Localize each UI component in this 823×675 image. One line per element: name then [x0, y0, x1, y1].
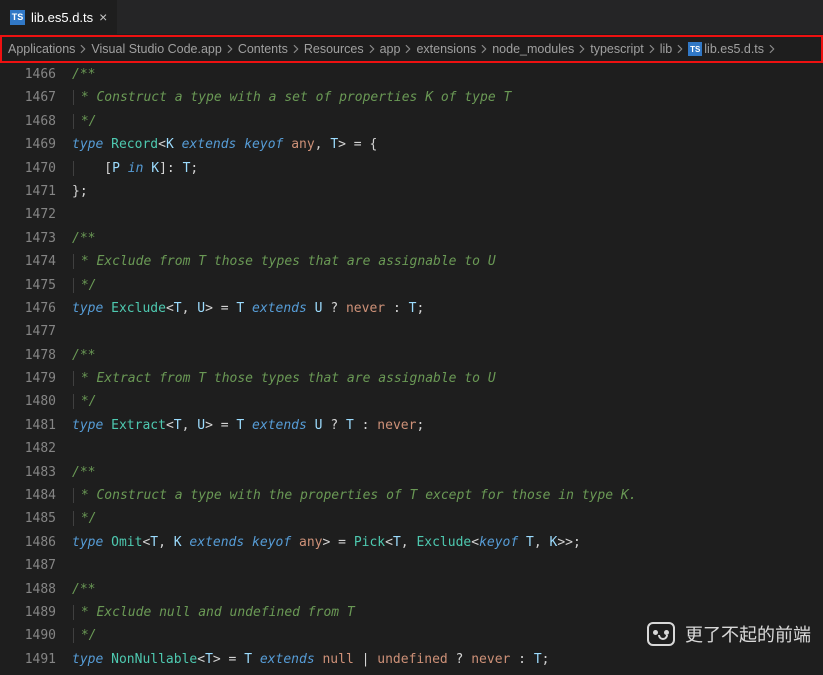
- typescript-icon: TS: [688, 42, 702, 56]
- chevron-right-icon: [222, 42, 238, 56]
- line-number: 1491: [0, 648, 56, 671]
- line-number: 1476: [0, 297, 56, 320]
- breadcrumb-segment[interactable]: node_modules: [492, 42, 574, 56]
- line-number: 1471: [0, 180, 56, 203]
- line-number: 1470: [0, 157, 56, 180]
- line-number: 1474: [0, 250, 56, 273]
- line-number: 1482: [0, 437, 56, 460]
- line-number: 1478: [0, 344, 56, 367]
- chevron-right-icon: [574, 42, 590, 56]
- line-number: 1468: [0, 110, 56, 133]
- line-number: 1489: [0, 601, 56, 624]
- breadcrumb[interactable]: Applications Visual Studio Code.app Conten…: [0, 35, 823, 63]
- line-number: 1475: [0, 274, 56, 297]
- tab-filename: lib.es5.d.ts: [31, 10, 93, 25]
- line-number: 1481: [0, 414, 56, 437]
- editor-tab[interactable]: TS lib.es5.d.ts ×: [0, 0, 117, 35]
- breadcrumb-segment[interactable]: Resources: [304, 42, 364, 56]
- line-number: 1486: [0, 531, 56, 554]
- breadcrumb-file[interactable]: TSlib.es5.d.ts: [688, 42, 764, 56]
- breadcrumb-segment[interactable]: extensions: [416, 42, 476, 56]
- line-number: 1473: [0, 227, 56, 250]
- line-number: 1488: [0, 578, 56, 601]
- line-number: 1487: [0, 554, 56, 577]
- chevron-right-icon: [288, 42, 304, 56]
- watermark: 更了不起的前端: [647, 621, 811, 647]
- breadcrumb-segment[interactable]: typescript: [590, 42, 644, 56]
- code-area[interactable]: /** * Construct a type with a set of pro…: [72, 63, 823, 675]
- close-icon[interactable]: ×: [99, 9, 107, 25]
- watermark-text: 更了不起的前端: [685, 621, 811, 647]
- line-number: 1472: [0, 203, 56, 226]
- chevron-right-icon: [364, 42, 380, 56]
- breadcrumb-segment[interactable]: Applications: [8, 42, 75, 56]
- tab-bar: TS lib.es5.d.ts ×: [0, 0, 823, 35]
- line-number: 1484: [0, 484, 56, 507]
- line-number: 1466: [0, 63, 56, 86]
- chevron-right-icon: [75, 42, 91, 56]
- chevron-right-icon: [400, 42, 416, 56]
- chevron-right-icon: [476, 42, 492, 56]
- chevron-right-icon: [764, 42, 780, 56]
- line-number: 1490: [0, 624, 56, 647]
- line-number: 1477: [0, 320, 56, 343]
- breadcrumb-segment[interactable]: lib: [660, 42, 673, 56]
- line-number: 1480: [0, 390, 56, 413]
- line-number: 1467: [0, 86, 56, 109]
- line-number: 1469: [0, 133, 56, 156]
- breadcrumb-segment[interactable]: Contents: [238, 42, 288, 56]
- chevron-right-icon: [644, 42, 660, 56]
- chevron-right-icon: [672, 42, 688, 56]
- breadcrumb-segment[interactable]: app: [380, 42, 401, 56]
- line-number: 1479: [0, 367, 56, 390]
- breadcrumb-segment[interactable]: Visual Studio Code.app: [91, 42, 221, 56]
- line-number: 1485: [0, 507, 56, 530]
- typescript-icon: TS: [10, 10, 25, 25]
- wechat-icon: [647, 622, 675, 646]
- line-number: 1483: [0, 461, 56, 484]
- code-editor[interactable]: 1466146714681469147014711472147314741475…: [0, 63, 823, 675]
- line-number-gutter: 1466146714681469147014711472147314741475…: [0, 63, 72, 675]
